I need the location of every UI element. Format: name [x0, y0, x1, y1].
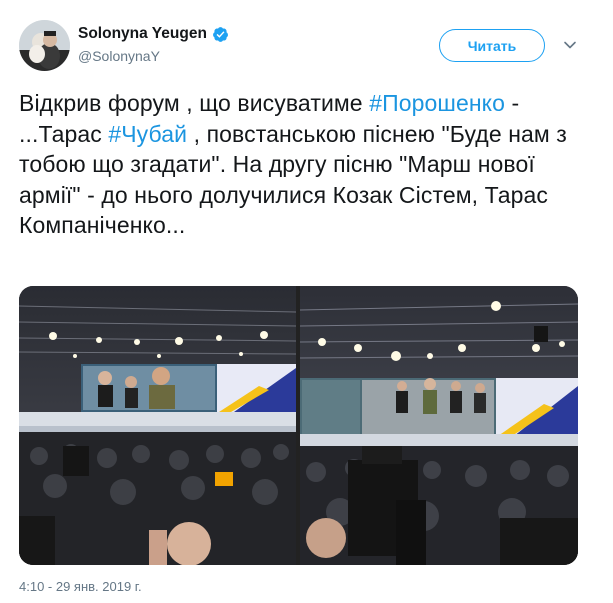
hashtag-link[interactable]: #Чубай: [108, 121, 187, 147]
avatar[interactable]: [19, 20, 70, 71]
tweet-timestamp[interactable]: 4:10 - 29 янв. 2019 г.: [19, 579, 142, 594]
hashtag-link[interactable]: #Порошенко: [369, 90, 505, 116]
photo-stage-singer[interactable]: [19, 286, 296, 565]
display-name-row[interactable]: Solonyna Yeugen: [78, 25, 229, 43]
user-names: Solonyna Yeugen @SolonynaY: [78, 25, 229, 64]
tweet-text-segment: Відкрив форум , що висуватиме: [19, 90, 370, 116]
tweet-card: Solonyna Yeugen @SolonynaY Читать Відкри…: [0, 0, 613, 603]
media-grid: [19, 286, 578, 565]
screen-name[interactable]: @SolonynaY: [78, 48, 229, 64]
display-name[interactable]: Solonyna Yeugen: [78, 25, 207, 43]
avatar-photo-icon: [19, 20, 70, 71]
photo-stage-band[interactable]: [300, 286, 578, 565]
tweet-header: Solonyna Yeugen @SolonynaY Читать: [19, 20, 594, 72]
tweet-text: Відкрив форум , що висуватиме #Порошенко…: [19, 88, 594, 241]
verified-badge-icon: [212, 26, 229, 43]
chevron-down-icon[interactable]: [563, 38, 577, 52]
follow-button[interactable]: Читать: [439, 29, 545, 62]
